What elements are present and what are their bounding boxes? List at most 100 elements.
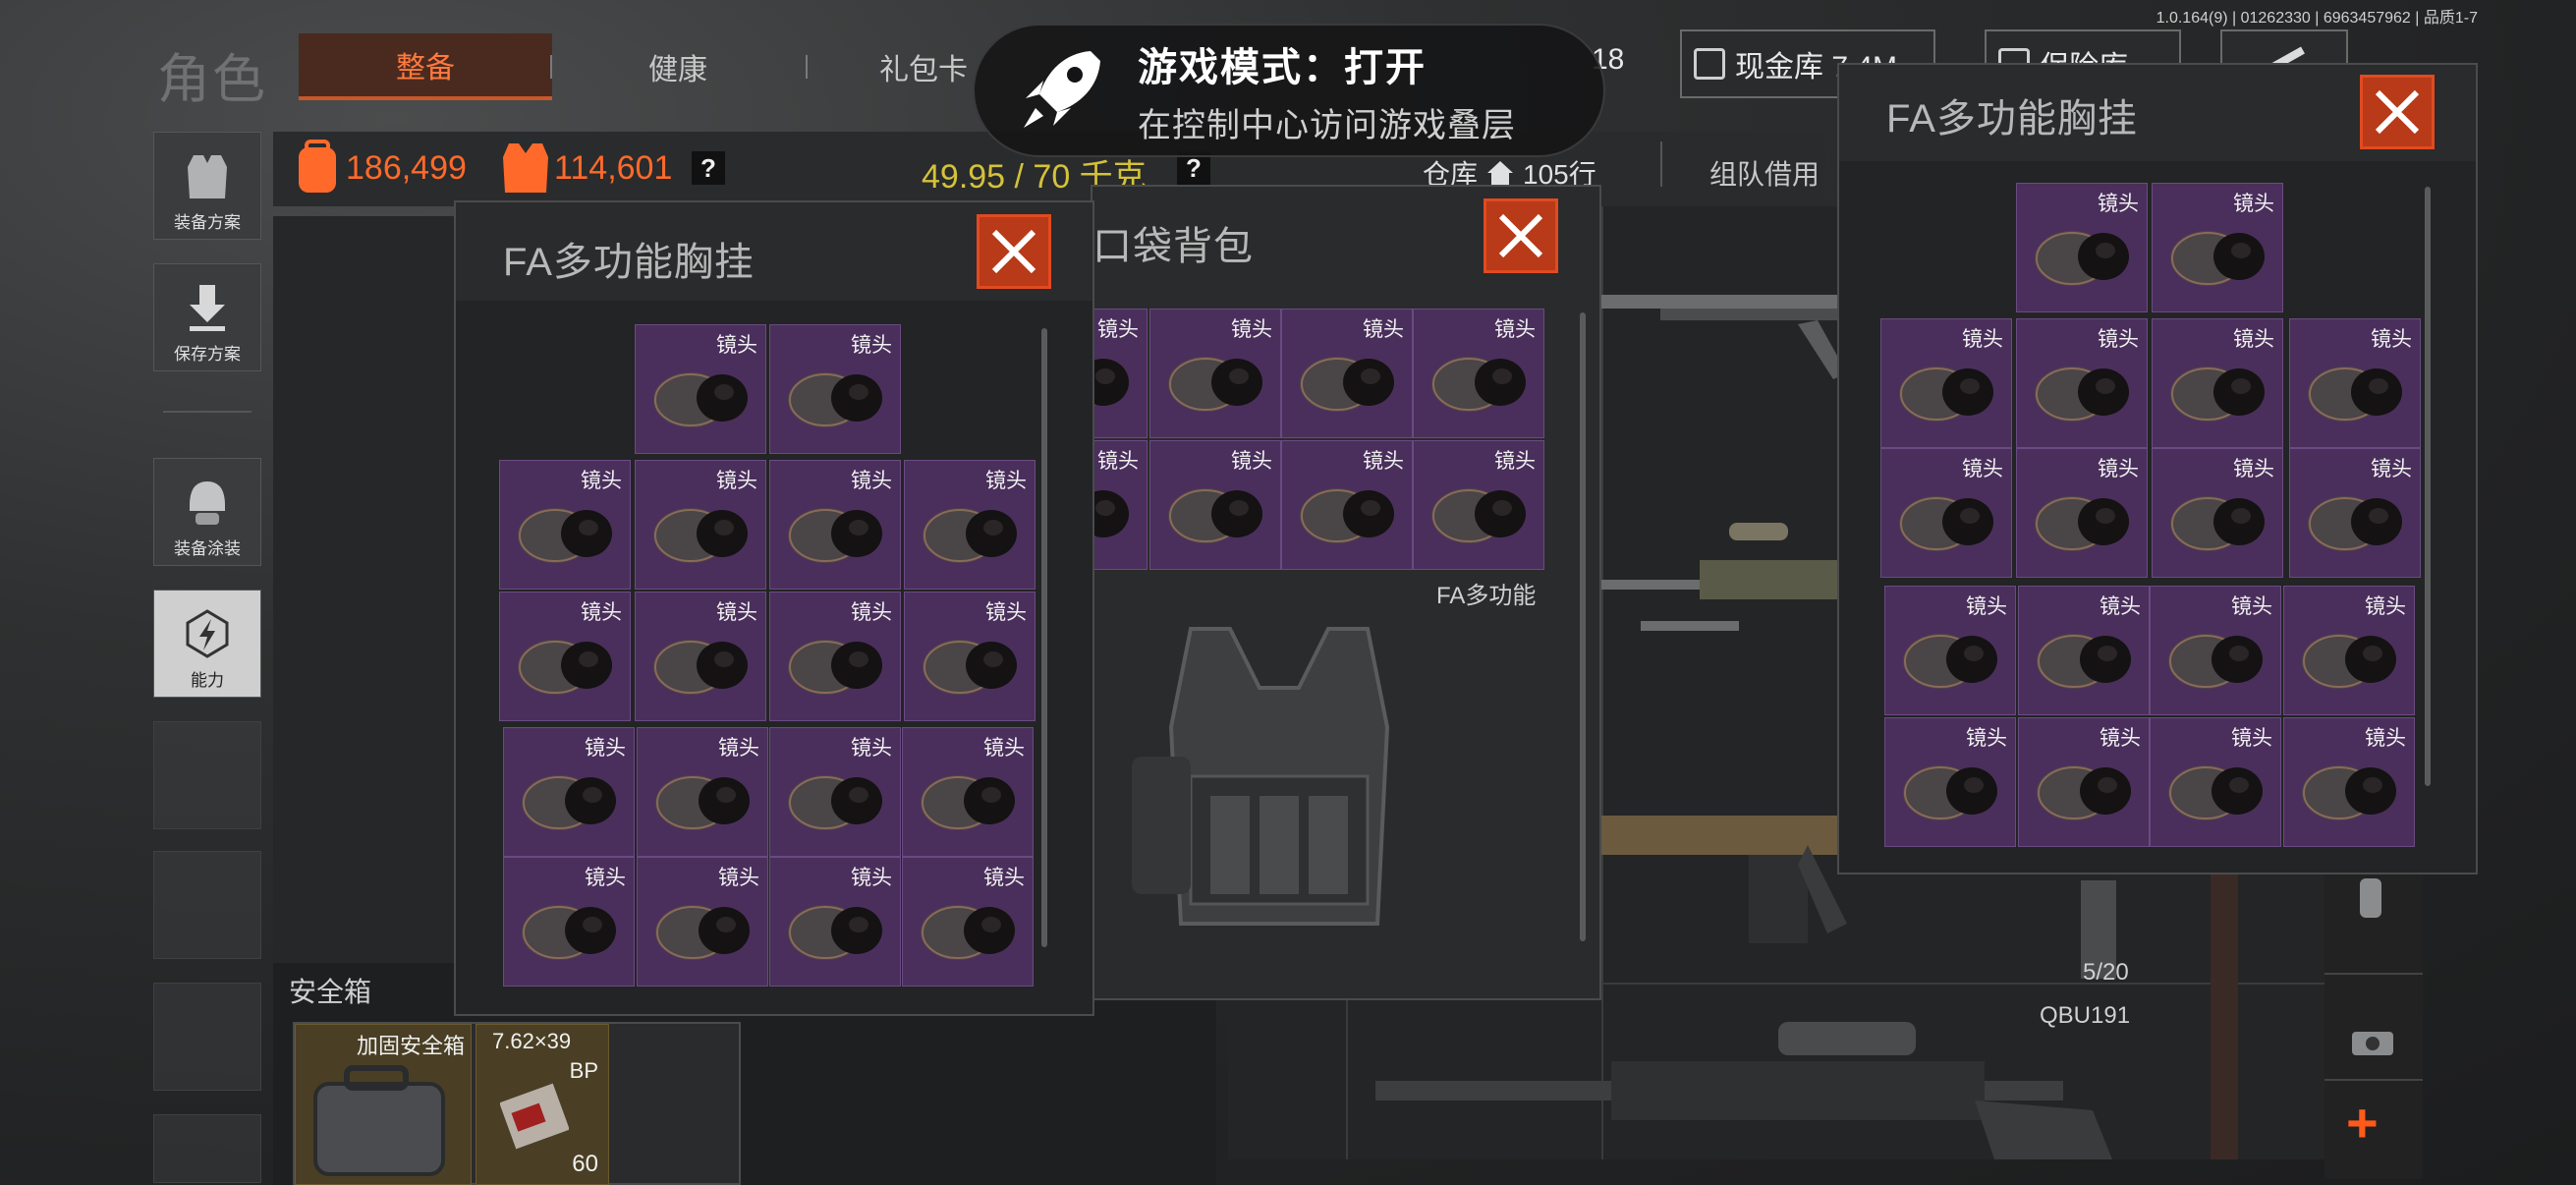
scope-item[interactable]: 镜头 bbox=[1149, 440, 1281, 570]
scope-item[interactable]: 镜头 bbox=[902, 857, 1034, 987]
item-label: 镜头 bbox=[2233, 193, 2274, 215]
scope-item[interactable]: 镜头 bbox=[1884, 586, 2016, 715]
item-label: 镜头 bbox=[1231, 318, 1272, 341]
scope-item[interactable]: 镜头 bbox=[637, 727, 768, 857]
scope-item[interactable]: 镜头 bbox=[2018, 586, 2150, 715]
item-label: 镜头 bbox=[983, 867, 1025, 889]
tab-gift-card[interactable]: 礼包卡 bbox=[855, 33, 992, 100]
scope-item[interactable]: 镜头 bbox=[635, 460, 766, 590]
sidebar-item-loadout[interactable]: 装备方案 bbox=[153, 132, 261, 240]
vault-icon bbox=[1694, 48, 1725, 80]
scope-lens-icon bbox=[921, 905, 1015, 960]
scope-item[interactable]: 镜头 bbox=[2152, 448, 2283, 578]
sidebar-item-skin[interactable]: 装备涂装 bbox=[153, 458, 261, 566]
close-icon bbox=[1498, 213, 1543, 258]
scope-item[interactable]: 镜头 bbox=[1281, 440, 1413, 570]
rifle-icon bbox=[1601, 295, 1857, 379]
scope-item[interactable]: 镜头 bbox=[503, 857, 635, 987]
scope-item[interactable]: 镜头 bbox=[769, 857, 901, 987]
scope-item[interactable]: 镜头 bbox=[637, 857, 768, 987]
scope-item[interactable]: 镜头 bbox=[635, 324, 766, 454]
shotgun-icon bbox=[1601, 816, 1857, 943]
scope-item[interactable]: 镜头 bbox=[1880, 448, 2012, 578]
item-label: 镜头 bbox=[2098, 328, 2139, 351]
sidebar-item-ability[interactable]: 能力 bbox=[153, 590, 261, 698]
scope-lens-icon bbox=[2308, 496, 2402, 551]
sidebar-item-save[interactable]: 保存方案 bbox=[153, 263, 261, 371]
divider bbox=[2324, 973, 2423, 975]
scope-item[interactable]: 镜头 bbox=[1880, 318, 2012, 448]
sidebar-slot bbox=[153, 851, 261, 959]
add-icon[interactable]: + bbox=[2346, 1091, 2379, 1155]
scope-lens-icon bbox=[1899, 496, 1993, 551]
tab-equipment[interactable]: 整备 bbox=[299, 33, 552, 100]
scope-item[interactable]: 镜头 bbox=[1884, 717, 2016, 847]
scrollbar[interactable] bbox=[1041, 328, 1047, 947]
qbu191-rifle-icon[interactable] bbox=[1366, 1012, 2132, 1159]
scope-lens-icon bbox=[653, 508, 748, 563]
sidebar-label: 能力 bbox=[191, 671, 224, 690]
safebox-item[interactable]: 加固安全箱 bbox=[295, 1024, 472, 1185]
scope-item[interactable]: 镜头 bbox=[635, 592, 766, 721]
item-label: 镜头 bbox=[983, 737, 1025, 760]
scope-item[interactable]: 镜头 bbox=[902, 727, 1034, 857]
scope-lens-icon bbox=[1899, 367, 1993, 422]
scope-item[interactable]: 镜头 bbox=[2152, 318, 2283, 448]
scope-item[interactable]: 镜头 bbox=[2289, 318, 2421, 448]
close-button[interactable] bbox=[977, 214, 1051, 289]
scope-item[interactable]: 镜头 bbox=[499, 460, 631, 590]
panel-title: FA多功能胸挂 bbox=[503, 241, 755, 284]
scope-item[interactable]: 镜头 bbox=[2152, 183, 2283, 312]
scope-item[interactable]: 镜头 bbox=[1413, 440, 1544, 570]
scope-item[interactable]: 镜头 bbox=[1149, 309, 1281, 438]
item-label: 镜头 bbox=[2371, 328, 2412, 351]
safebox-title: 安全箱 bbox=[289, 977, 372, 1007]
scope-item[interactable]: 镜头 bbox=[1281, 309, 1413, 438]
scope-item[interactable]: 镜头 bbox=[769, 460, 901, 590]
close-button[interactable] bbox=[2360, 75, 2435, 149]
scope-item[interactable]: 镜头 bbox=[1413, 309, 1544, 438]
scope-item[interactable]: 镜头 bbox=[2016, 318, 2148, 448]
scope-item[interactable]: 镜头 bbox=[2283, 586, 2415, 715]
ammo-status: 5/20 bbox=[2083, 959, 2129, 986]
scope-item[interactable]: 镜头 bbox=[2283, 717, 2415, 847]
scrollbar[interactable] bbox=[2425, 187, 2431, 786]
scope-item[interactable]: 镜头 bbox=[769, 324, 901, 454]
item-label: 镜头 bbox=[1966, 727, 2007, 750]
panel-title: 口袋背包 bbox=[1092, 225, 1254, 268]
team-borrow-tab[interactable]: 组队借用 bbox=[1709, 153, 1820, 193]
item-label: 镜头 bbox=[585, 737, 626, 760]
scope-item[interactable]: 镜头 bbox=[2018, 717, 2150, 847]
scope-item[interactable]: 镜头 bbox=[904, 460, 1036, 590]
item-label: 镜头 bbox=[1363, 450, 1404, 473]
ammo-item[interactable]: 7.62×39 BP 60 bbox=[476, 1024, 609, 1185]
safebox-item-label: 加固安全箱 bbox=[356, 1034, 465, 1058]
scope-item[interactable]: 镜头 bbox=[2150, 717, 2281, 847]
item-label: 镜头 bbox=[716, 601, 757, 624]
close-button[interactable] bbox=[1484, 198, 1558, 273]
scope-lens-icon bbox=[1431, 488, 1526, 543]
scope-lens-icon bbox=[2035, 231, 2129, 286]
item-label: 镜头 bbox=[851, 470, 892, 492]
help-button[interactable]: ? bbox=[692, 151, 725, 185]
scope-item[interactable]: 镜头 bbox=[769, 592, 901, 721]
scope-item[interactable]: 镜头 bbox=[2150, 586, 2281, 715]
scope-item[interactable]: 镜头 bbox=[2289, 448, 2421, 578]
pocket-backpack-panel: 口袋背包 FA多功能 bbox=[1091, 185, 1601, 1000]
scope-item[interactable]: 镜头 bbox=[769, 727, 901, 857]
scrollbar[interactable] bbox=[1580, 312, 1586, 941]
item-label: 镜头 bbox=[581, 601, 622, 624]
scope-item[interactable]: 镜头 bbox=[503, 727, 635, 857]
scope-item[interactable]: 镜头 bbox=[499, 592, 631, 721]
scope-item[interactable]: 镜头 bbox=[904, 592, 1036, 721]
item-label: 镜头 bbox=[851, 867, 892, 889]
version-label: 1.0.164(9) | 01262330 | 6963457962 | 品质1… bbox=[2156, 10, 2478, 27]
shotgun-barrel-icon bbox=[2211, 875, 2238, 1159]
scope-item[interactable]: 镜头 bbox=[2016, 448, 2148, 578]
item-label: 镜头 bbox=[2098, 193, 2139, 215]
scope-lens-icon bbox=[2037, 634, 2131, 689]
scope-item[interactable]: 镜头 bbox=[2016, 183, 2148, 312]
tab-health[interactable]: 健康 bbox=[589, 33, 766, 100]
scope-lens-icon bbox=[1903, 634, 1997, 689]
tab-divider bbox=[550, 55, 552, 79]
